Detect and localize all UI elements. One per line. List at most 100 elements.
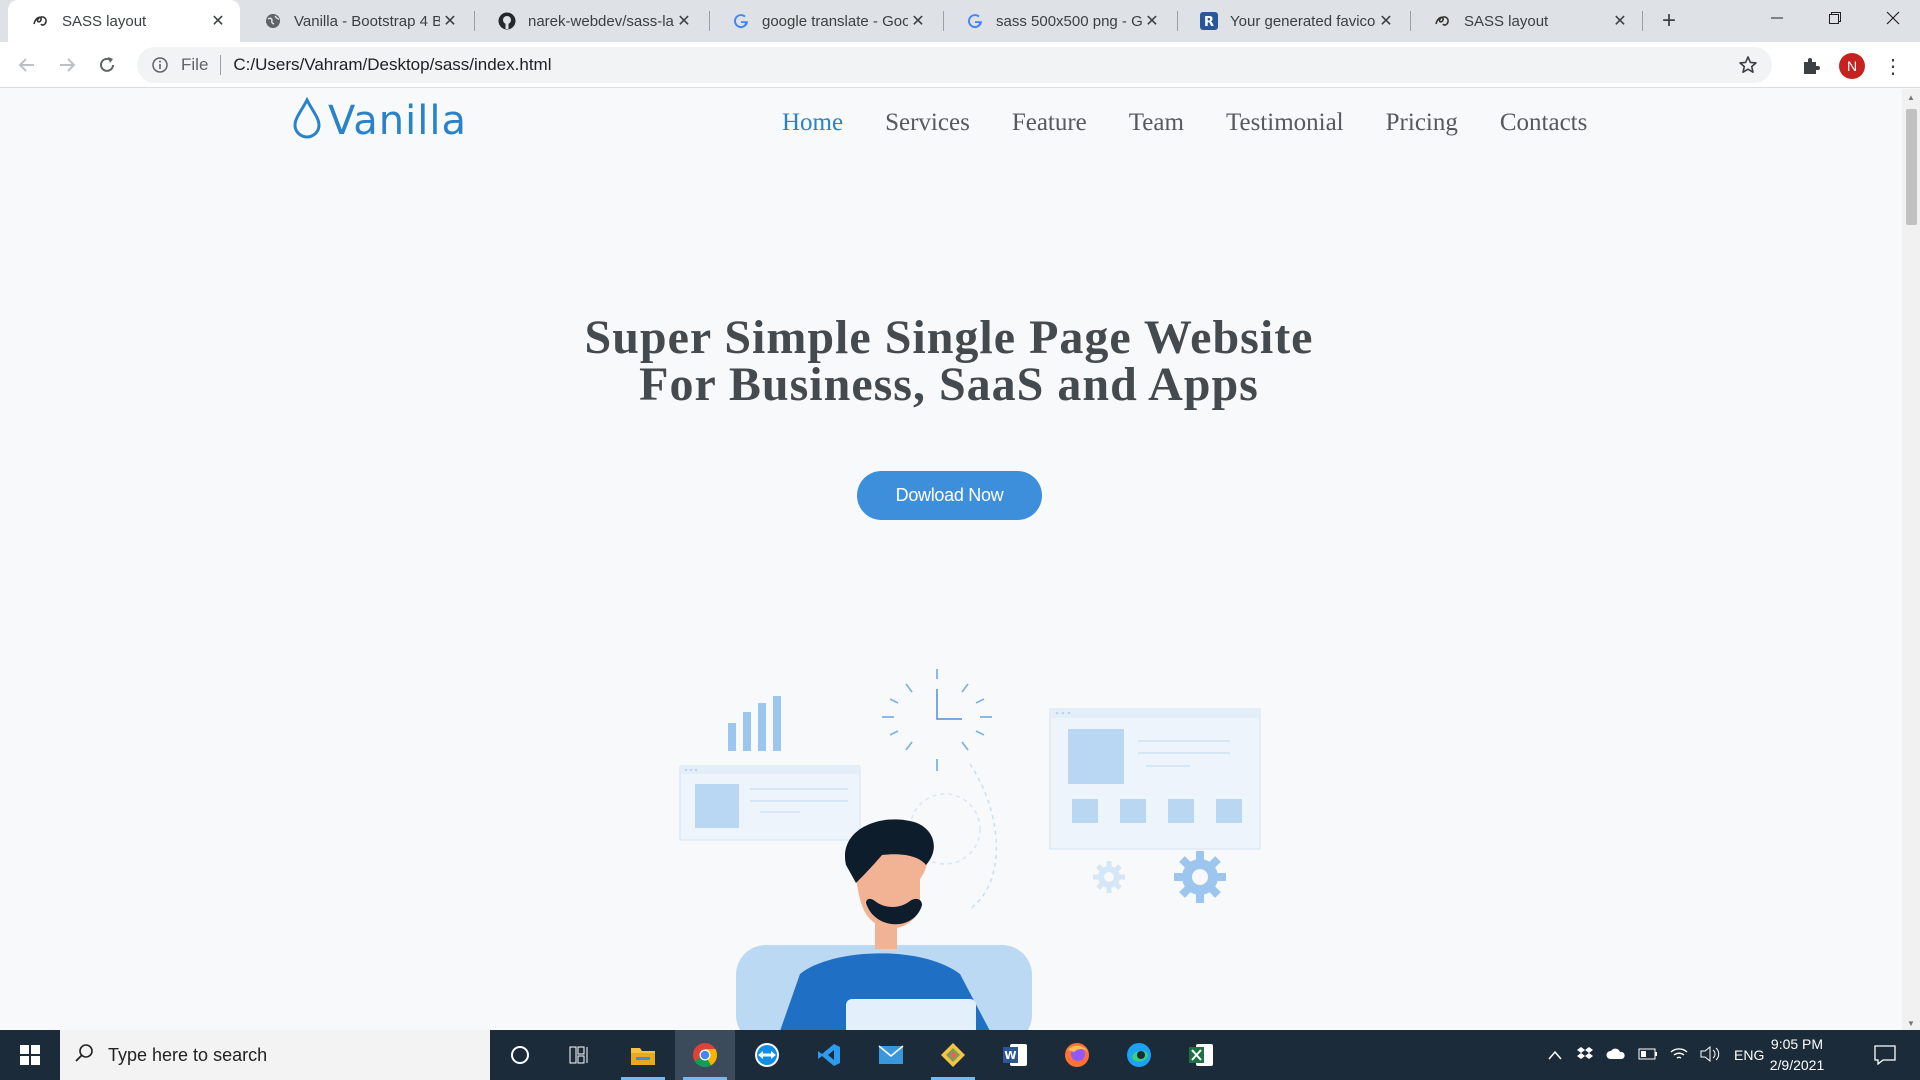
water-drop-icon <box>292 96 322 144</box>
right-window-graphic <box>1049 708 1261 850</box>
url-scheme-label: File <box>181 55 209 74</box>
close-tab-icon[interactable]: ✕ <box>674 11 694 31</box>
search-placeholder: Type here to search <box>108 1044 268 1065</box>
action-center-icon[interactable] <box>1860 1030 1910 1080</box>
tab-title: SASS layout <box>1464 12 1549 30</box>
hero-title-line-2: For Business, SaaS and Apps <box>639 358 1259 411</box>
back-arrow-icon[interactable] <box>12 50 42 80</box>
show-hidden-icons-chevron-icon[interactable] <box>1548 1047 1562 1063</box>
volume-icon[interactable] <box>1700 1045 1720 1065</box>
tab-google-sass-png[interactable]: sass 500x500 png - Go ✕ <box>942 0 1174 42</box>
close-tab-icon[interactable]: ✕ <box>1142 11 1162 31</box>
svg-text:W: W <box>1004 1049 1016 1062</box>
sass-favicon-icon <box>32 12 50 30</box>
tab-github[interactable]: narek-webdev/sass-lay ✕ <box>474 0 706 42</box>
tab-strip: SASS layout ✕ Vanilla - Bootstrap 4 Bu ✕… <box>0 0 1920 42</box>
forward-arrow-icon[interactable] <box>52 50 82 80</box>
sass-favicon-icon <box>1434 12 1452 30</box>
nav-home[interactable]: Home <box>782 109 843 137</box>
hero-title: Super Simple Single Page Website For Bus… <box>0 311 1898 411</box>
close-tab-icon[interactable]: ✕ <box>1376 11 1396 31</box>
tab-google-translate[interactable]: google translate - Goo ✕ <box>708 0 940 42</box>
menu-kebab-icon[interactable]: ⋮ <box>1883 52 1903 80</box>
search-icon <box>74 1043 94 1068</box>
nav-team[interactable]: Team <box>1129 109 1184 137</box>
tab-title: Your generated favicon <box>1230 12 1376 30</box>
close-tab-icon[interactable]: ✕ <box>908 11 928 31</box>
close-tab-icon[interactable]: ✕ <box>208 11 228 31</box>
onedrive-cloud-icon[interactable] <box>1606 1047 1626 1063</box>
close-tab-icon[interactable]: ✕ <box>1610 11 1630 31</box>
globe-icon <box>264 12 282 30</box>
url-text[interactable]: C:/Users/Vahram/Desktop/sass/index.html <box>233 55 551 75</box>
nav-pricing[interactable]: Pricing <box>1386 109 1458 137</box>
close-window-icon[interactable] <box>1864 0 1920 36</box>
windows-taskbar: Type here to search W ENG 9:05 PM 2/9/20… <box>0 1030 1920 1080</box>
system-tray: ENG <box>1548 1030 1764 1080</box>
vscode-icon[interactable] <box>799 1030 859 1080</box>
tab-generated-favicon[interactable]: R Your generated favicon ✕ <box>1176 0 1408 42</box>
hero-illustration <box>679 669 1261 1030</box>
gear-icon <box>1174 851 1226 903</box>
cortana-icon[interactable] <box>490 1030 550 1080</box>
browser-toolbar: File C:/Users/Vahram/Desktop/sass/index.… <box>0 42 1920 88</box>
nav-feature[interactable]: Feature <box>1012 109 1087 137</box>
main-nav: Home Services Feature Team Testimonial P… <box>782 109 1629 137</box>
dropbox-icon[interactable] <box>1576 1046 1594 1065</box>
page-viewport: Vanilla Home Services Feature Team Testi… <box>0 89 1902 1030</box>
taskbar-clock[interactable]: 9:05 PM 2/9/2021 <box>1762 1034 1832 1076</box>
tab-sass-layout[interactable]: SASS layout ✕ <box>8 0 240 42</box>
tab-title: Vanilla - Bootstrap 4 Bu <box>294 12 440 30</box>
tab-title: narek-webdev/sass-lay <box>528 12 674 30</box>
firefox-icon[interactable] <box>1047 1030 1107 1080</box>
address-bar[interactable]: File C:/Users/Vahram/Desktop/sass/index.… <box>137 47 1772 83</box>
nav-services[interactable]: Services <box>885 109 970 137</box>
github-icon <box>498 12 516 30</box>
page-scrollbar[interactable]: ▲ ▼ <box>1902 89 1920 1030</box>
minimize-icon[interactable] <box>1748 0 1806 36</box>
close-tab-icon[interactable]: ✕ <box>440 11 460 31</box>
scrollbar-thumb[interactable] <box>1906 109 1917 225</box>
svg-text:R: R <box>1204 15 1214 30</box>
windows-start-icon[interactable] <box>0 1030 60 1080</box>
extensions-puzzle-icon[interactable] <box>1797 52 1825 80</box>
git-icon[interactable] <box>923 1030 983 1080</box>
tab-sass-layout-2[interactable]: SASS layout ✕ <box>1410 0 1642 42</box>
site-logo[interactable]: Vanilla <box>292 96 467 144</box>
language-indicator[interactable]: ENG <box>1734 1047 1764 1063</box>
tab-vanilla-bootstrap[interactable]: Vanilla - Bootstrap 4 Bu ✕ <box>240 0 472 42</box>
profile-avatar[interactable]: N <box>1839 53 1865 79</box>
google-icon <box>966 12 984 30</box>
taskbar-search-box[interactable]: Type here to search <box>60 1030 490 1080</box>
file-explorer-icon[interactable] <box>613 1030 673 1080</box>
tab-title: SASS layout <box>62 12 147 30</box>
battery-icon[interactable] <box>1638 1047 1658 1063</box>
tab-title: sass 500x500 png - Go <box>996 12 1142 30</box>
hero-title-line-1: Super Simple Single Page Website <box>584 311 1314 364</box>
clock-date: 2/9/2021 <box>1769 1057 1825 1073</box>
reload-icon[interactable] <box>92 50 122 80</box>
bookmark-star-icon[interactable] <box>1738 55 1758 80</box>
teamviewer-icon[interactable] <box>737 1030 797 1080</box>
nav-contacts[interactable]: Contacts <box>1500 109 1588 137</box>
gear-icon <box>1093 861 1125 893</box>
info-icon[interactable] <box>151 56 169 74</box>
wifi-icon[interactable] <box>1670 1047 1688 1064</box>
task-view-icon[interactable] <box>550 1030 610 1080</box>
person-graphic <box>780 819 990 1030</box>
edge-icon[interactable] <box>1109 1030 1169 1080</box>
chrome-icon[interactable] <box>675 1030 735 1080</box>
download-now-button[interactable]: Dowload Now <box>857 471 1042 520</box>
realfavicon-icon: R <box>1200 12 1218 30</box>
clock-time: 9:05 PM <box>1770 1036 1824 1052</box>
left-window-graphic <box>679 765 861 841</box>
word-icon[interactable]: W <box>985 1030 1045 1080</box>
tab-title: google translate - Goo <box>762 12 908 30</box>
clock-graphic <box>882 669 992 771</box>
nav-testimonial[interactable]: Testimonial <box>1226 109 1344 137</box>
restore-icon[interactable] <box>1806 0 1864 36</box>
mail-icon[interactable] <box>861 1030 921 1080</box>
new-tab-button[interactable]: + <box>1654 6 1684 36</box>
excel-icon[interactable] <box>1171 1030 1231 1080</box>
bar-chart-graphic <box>728 696 781 751</box>
